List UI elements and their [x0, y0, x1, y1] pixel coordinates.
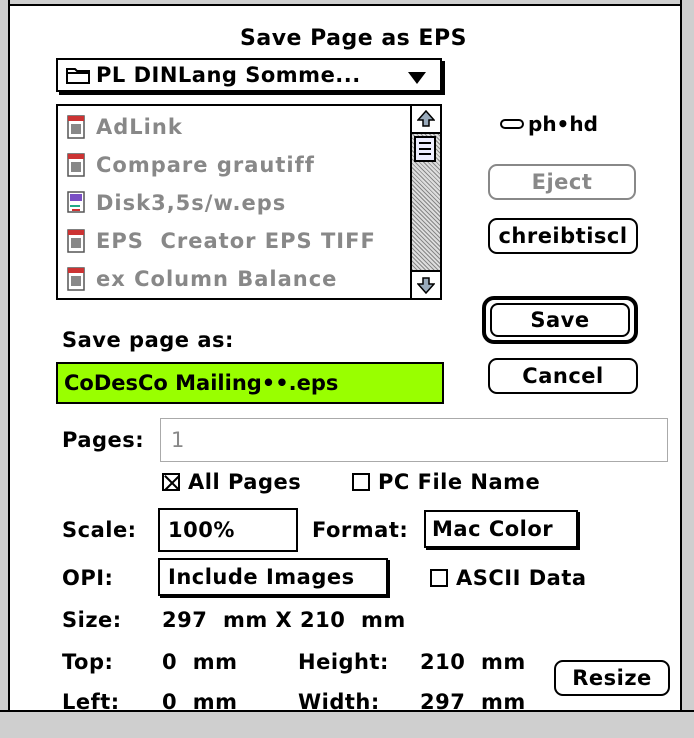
ascii-data-option[interactable]: ASCII Data: [430, 566, 587, 590]
document-icon: [66, 114, 88, 140]
scale-label: Scale:: [62, 518, 137, 542]
opi-popup-menu[interactable]: Include Images: [158, 558, 388, 596]
scroll-track[interactable]: [412, 134, 440, 270]
dialog-window: Save Page as EPS PL DINLang Somme... AdL…: [0, 0, 694, 738]
window-bottom-edge: [0, 710, 694, 738]
document-icon: [66, 266, 88, 292]
save-as-input[interactable]: CoDesCo Mailing••.eps: [56, 362, 444, 404]
list-item[interactable]: EPS Creator EPS TIFF: [66, 222, 376, 260]
list-item-label: Compare grautiff: [96, 153, 315, 177]
size-value: 297 mm X 210 mm: [162, 608, 406, 632]
desktop-button[interactable]: chreibtiscl: [488, 218, 638, 254]
folder-icon: [66, 66, 90, 84]
disk-indicator: ph•hd: [500, 112, 598, 136]
disk-name: ph•hd: [528, 112, 598, 136]
eject-button[interactable]: Eject: [488, 164, 636, 200]
left-value: 0 mm: [162, 690, 238, 714]
scroll-up-arrow-icon[interactable]: [412, 106, 440, 134]
top-label: Top:: [62, 650, 114, 674]
document-icon: [66, 152, 88, 178]
all-pages-option[interactable]: All Pages: [162, 470, 301, 494]
ascii-data-checkbox[interactable]: [430, 569, 448, 587]
list-item-label: AdLink: [96, 115, 183, 139]
pc-file-name-checkbox[interactable]: [352, 473, 370, 491]
triangle-down-icon: [408, 69, 426, 88]
scroll-thumb[interactable]: [414, 136, 436, 162]
height-label: Height:: [298, 650, 389, 674]
pc-file-name-option[interactable]: PC File Name: [352, 470, 540, 494]
window-left-edge: [0, 0, 10, 738]
height-value: 210 mm: [420, 650, 526, 674]
save-button-outline[interactable]: Save: [482, 296, 638, 344]
width-value: 297 mm: [420, 690, 526, 714]
scale-input[interactable]: 100%: [158, 508, 298, 552]
size-label: Size:: [62, 608, 122, 632]
save-as-label: Save page as:: [62, 328, 234, 352]
all-pages-checkbox[interactable]: [162, 473, 180, 491]
opi-label: OPI:: [62, 566, 114, 590]
width-label: Width:: [298, 690, 380, 714]
left-label: Left:: [62, 690, 120, 714]
list-item[interactable]: Disk3,5s/w.eps: [66, 184, 286, 222]
document-icon: [66, 228, 88, 254]
pages-input[interactable]: 1: [160, 418, 668, 462]
list-item[interactable]: AdLink: [66, 108, 183, 146]
top-value: 0 mm: [162, 650, 238, 674]
eps-document-icon: [66, 190, 88, 216]
scroll-down-arrow-icon[interactable]: [412, 270, 440, 298]
format-popup-menu[interactable]: Mac Color: [424, 510, 578, 548]
list-item[interactable]: Compare grautiff: [66, 146, 315, 184]
folder-popup-menu[interactable]: PL DINLang Somme...: [56, 58, 442, 92]
list-item[interactable]: ex Column Balance: [66, 260, 337, 298]
pc-file-name-label: PC File Name: [378, 470, 541, 494]
ascii-data-label: ASCII Data: [456, 566, 587, 590]
list-item-label: ex Column Balance: [96, 267, 338, 291]
file-list-scrollbar[interactable]: [410, 106, 440, 298]
format-label: Format:: [312, 518, 409, 542]
dialog-title: Save Page as EPS: [240, 26, 467, 51]
list-item-label: Disk3,5s/w.eps: [96, 191, 287, 215]
folder-popup-label: PL DINLang Somme...: [96, 63, 361, 87]
window-right-edge: [680, 0, 694, 738]
window-top-edge: [0, 0, 694, 6]
pages-label: Pages:: [62, 428, 145, 452]
file-list[interactable]: AdLink Compare grautiff Disk3,5s/w.eps EPS …: [56, 104, 442, 300]
list-item-label: EPS Creator EPS TIFF: [96, 229, 376, 253]
all-pages-label: All Pages: [188, 470, 302, 494]
cancel-button[interactable]: Cancel: [488, 358, 638, 394]
resize-button[interactable]: Resize: [554, 660, 670, 696]
save-button[interactable]: Save: [490, 303, 630, 337]
disk-drive-icon: [500, 119, 524, 129]
